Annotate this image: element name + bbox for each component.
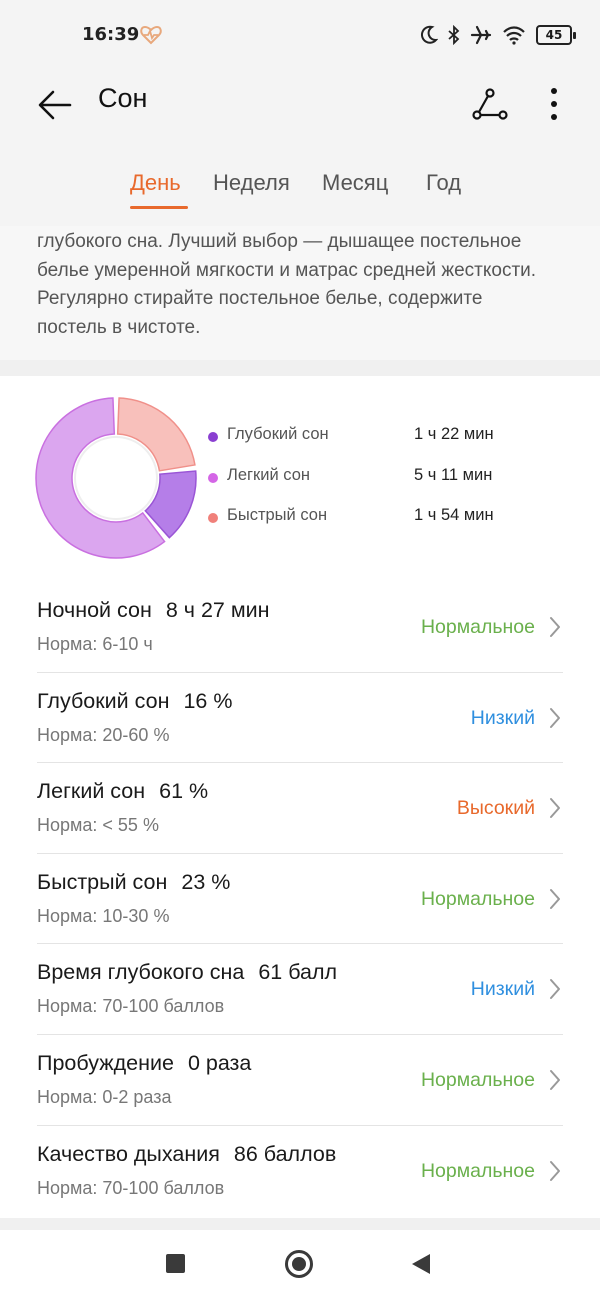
- metric-label: Время глубокого сна: [37, 960, 245, 985]
- metric-label: Легкий сон: [37, 779, 146, 804]
- back-button[interactable]: [30, 80, 80, 130]
- metric-value: 16 %: [183, 688, 233, 713]
- metric-value: 61 балл: [258, 960, 338, 985]
- metric-row[interactable]: Быстрый сон 23 % Норма: 10-30 % Нормальное: [37, 854, 563, 945]
- system-nav-bar: [0, 1230, 600, 1300]
- arrow-left-icon: [38, 90, 72, 120]
- legend-label-deep: Глубокий сон: [227, 425, 329, 443]
- legend-dot-rem: [208, 513, 218, 523]
- metric-label: Быстрый сон: [37, 869, 168, 894]
- section-divider: [0, 360, 600, 376]
- share-button[interactable]: [466, 80, 514, 128]
- metric-label: Глубокий сон: [37, 688, 170, 713]
- metric-title: Легкий сон 61 %: [37, 779, 208, 804]
- bluetooth-icon: [448, 25, 460, 45]
- active-tab-indicator: [130, 206, 188, 209]
- metric-norm: Норма: 20-60 %: [37, 724, 170, 745]
- sleep-summary-card: Глубокий сон 1 ч 22 мин Легкий сон 5 ч 1…: [0, 376, 600, 1218]
- status-badge: Нормальное: [420, 1068, 535, 1091]
- metric-row[interactable]: Пробуждение 0 раза Норма: 0-2 раза Нормальн…: [37, 1035, 563, 1126]
- advice-card: глубокого сна. Лучший выбор — дышащее по…: [0, 226, 600, 360]
- chevron-right-icon: [550, 888, 560, 909]
- legend-dot-light: [208, 472, 218, 483]
- metric-title: Качество дыхания 86 баллов: [37, 1142, 336, 1167]
- legend-item-rem: Быстрый сон 1 ч 54 мин: [206, 505, 526, 546]
- status-icons: 45: [420, 22, 576, 48]
- chevron-right-icon: [550, 798, 560, 819]
- legend-label-rem: Быстрый сон: [227, 506, 328, 524]
- metric-value: 0 раза: [187, 1050, 252, 1075]
- chart-legend: Глубокий сон 1 ч 22 мин Легкий сон 5 ч 1…: [206, 424, 526, 546]
- chevron-right-icon: [550, 617, 560, 637]
- status-badge: Низкий: [470, 978, 535, 1001]
- status-badge: Нормальное: [420, 1159, 535, 1182]
- wifi-icon: [503, 26, 525, 45]
- donut-center: [74, 436, 158, 520]
- metric-row[interactable]: Время глубокого сна 61 балл Норма: 70-100 …: [37, 944, 563, 1035]
- metric-label: Пробуждение: [37, 1050, 174, 1075]
- chevron-right-icon: [550, 707, 560, 728]
- legend-label-light: Легкий сон: [227, 465, 310, 484]
- metric-value: 86 баллов: [233, 1141, 337, 1166]
- app-bar: Сон: [0, 72, 600, 150]
- metric-norm: Норма: 0-2 раза: [37, 1086, 172, 1107]
- status-badge: Нормальное: [420, 616, 535, 638]
- metric-title: Быстрый сон 23 %: [37, 870, 230, 895]
- metric-value: 61 %: [159, 779, 209, 804]
- status-time: 16:39: [82, 24, 140, 45]
- metric-value: 8 ч 27 мин: [165, 598, 270, 622]
- tab-week[interactable]: Неделя: [213, 170, 290, 196]
- advice-text: глубокого сна. Лучший выбор — дышащее по…: [37, 231, 537, 338]
- metric-norm: Норма: < 55 %: [37, 815, 159, 836]
- metric-label: Ночной сон: [37, 598, 152, 622]
- status-badge: Высокий: [456, 797, 535, 820]
- metric-label: Качество дыхания: [37, 1141, 220, 1166]
- metric-title: Ночной сон 8 ч 27 мин: [37, 598, 270, 623]
- metric-row[interactable]: Глубокий сон 16 % Норма: 20-60 % Низкий: [37, 673, 563, 764]
- metric-value: 23 %: [181, 869, 231, 894]
- tab-day[interactable]: День: [130, 170, 181, 196]
- metric-row[interactable]: Легкий сон 61 % Норма: < 55 % Высокий: [37, 763, 563, 854]
- metric-norm: Норма: 6-10 ч: [37, 634, 153, 654]
- legend-value-light: 5 ч 11 мин: [414, 465, 493, 484]
- heart-pulse-icon: [140, 25, 162, 45]
- legend-item-deep: Глубокий сон 1 ч 22 мин: [206, 424, 526, 465]
- period-tabs: День Неделя Месяц Год: [0, 150, 600, 226]
- back-triangle-icon[interactable]: [412, 1254, 430, 1274]
- share-icon: [472, 88, 508, 120]
- more-button[interactable]: [532, 80, 576, 128]
- metric-list: Ночной сон 8 ч 27 мин Норма: 6-10 ч Нормаль…: [37, 582, 563, 1216]
- legend-value-rem: 1 ч 54 мин: [414, 506, 494, 524]
- chevron-right-icon: [550, 979, 560, 1000]
- status-badge: Низкий: [470, 706, 535, 729]
- metric-row[interactable]: Ночной сон 8 ч 27 мин Норма: 6-10 ч Нормаль…: [37, 582, 563, 673]
- metric-title: Пробуждение 0 раза: [37, 1051, 251, 1076]
- bottom-divider: [0, 1218, 600, 1230]
- metric-title: Время глубокого сна 61 балл: [37, 960, 337, 985]
- page-title: Сон: [98, 83, 148, 113]
- legend-value-deep: 1 ч 22 мин: [414, 425, 494, 443]
- status-bar: 16:39 45: [0, 0, 600, 72]
- status-badge: Нормальное: [420, 887, 535, 910]
- home-icon[interactable]: [285, 1250, 313, 1278]
- metric-row[interactable]: Качество дыхания 86 баллов Норма: 70-100 б…: [37, 1126, 563, 1217]
- tab-year[interactable]: Год: [426, 170, 461, 196]
- moon-icon: [421, 25, 438, 44]
- more-vertical-icon: [551, 88, 557, 120]
- battery-icon: 45: [536, 25, 576, 45]
- chevron-right-icon: [550, 1160, 560, 1181]
- airplane-icon: [470, 25, 492, 45]
- chevron-right-icon: [550, 1069, 560, 1090]
- legend-item-light: Легкий сон 5 ч 11 мин: [206, 465, 526, 506]
- tab-month[interactable]: Месяц: [322, 170, 388, 196]
- recent-apps-icon[interactable]: [166, 1254, 185, 1273]
- metric-norm: Норма: 10-30 %: [37, 905, 170, 926]
- sleep-donut-chart: [35, 397, 197, 559]
- metric-title: Глубокий сон 16 %: [37, 689, 232, 714]
- metric-norm: Норма: 70-100 баллов: [37, 1177, 225, 1198]
- metric-norm: Норма: 70-100 баллов: [37, 996, 225, 1017]
- legend-dot-deep: [208, 432, 218, 442]
